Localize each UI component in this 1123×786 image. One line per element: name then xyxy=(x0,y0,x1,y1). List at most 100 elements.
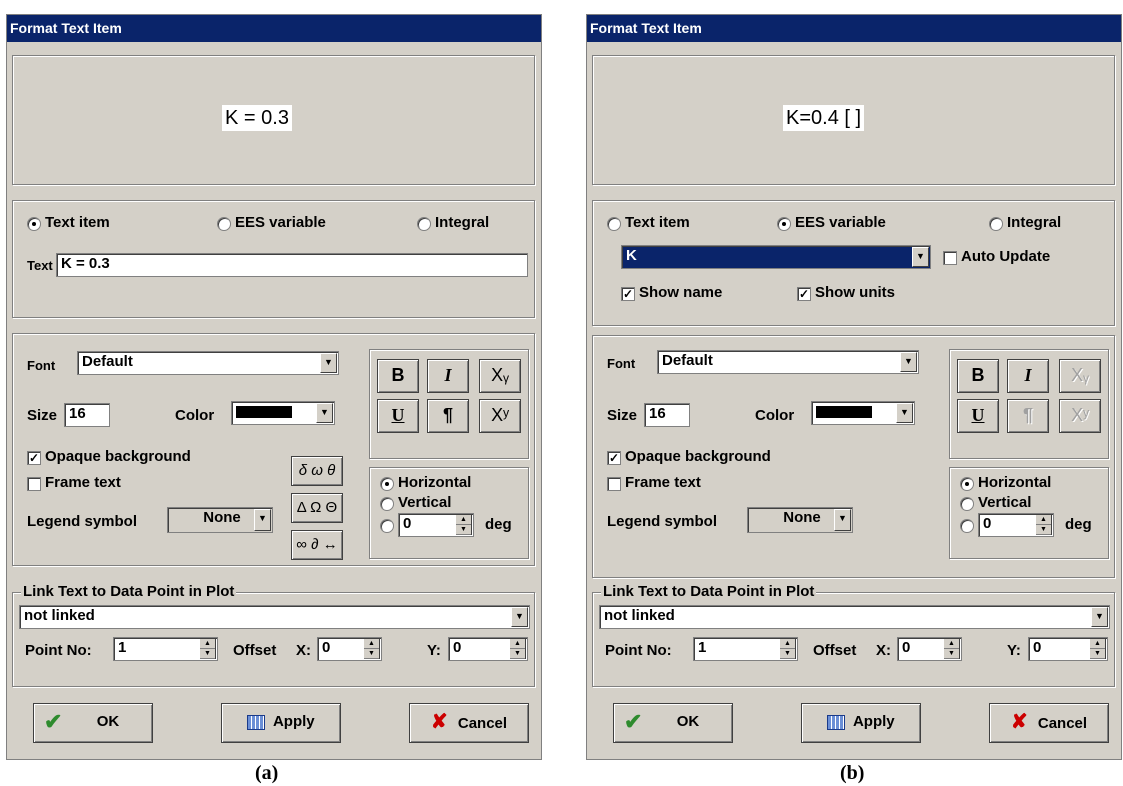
chevron-down-icon[interactable]: ▼ xyxy=(912,247,929,267)
italic-button[interactable]: I xyxy=(1007,359,1049,393)
radio-text-item-label: Text item xyxy=(625,214,690,231)
point-no-input[interactable]: 1 ▲ ▼ xyxy=(113,637,218,661)
chevron-down-icon[interactable]: ▼ xyxy=(316,403,333,423)
apply-button[interactable]: Apply xyxy=(801,703,921,743)
radio-horizontal[interactable] xyxy=(960,477,974,491)
cancel-button[interactable]: ✘ Cancel xyxy=(989,703,1109,743)
greek-lower-button[interactable]: δ ω θ xyxy=(291,456,343,486)
ok-button[interactable]: ✔ OK xyxy=(613,703,733,743)
format-text-dialog-a: Format Text Item K = 0.3 Text item EES v… xyxy=(6,14,542,760)
size-label: Size xyxy=(27,407,58,424)
point-no-value: 1 xyxy=(118,639,127,656)
spinner-arrows-icon[interactable]: ▲ ▼ xyxy=(363,639,380,659)
radio-integral-label: Integral xyxy=(435,214,490,231)
spinner-arrows-icon[interactable]: ▲ ▼ xyxy=(943,639,960,659)
color-swatch xyxy=(236,406,292,418)
link-select[interactable]: not linked ▼ xyxy=(599,605,1110,629)
radio-horizontal[interactable] xyxy=(380,477,394,491)
apply-button[interactable]: Apply xyxy=(221,703,341,743)
font-select-value: Default xyxy=(662,352,713,369)
bold-button[interactable]: B xyxy=(957,359,999,393)
frame-label: Frame text xyxy=(45,474,121,491)
offset-x-input[interactable]: 0 ▲ ▼ xyxy=(317,637,382,661)
horizontal-label: Horizontal xyxy=(978,474,1052,491)
spinner-arrows-icon[interactable]: ▲ ▼ xyxy=(509,639,526,659)
size-input[interactable]: 16 xyxy=(644,403,690,427)
point-no-value: 1 xyxy=(698,639,707,656)
chevron-down-icon[interactable]: ▼ xyxy=(900,352,917,372)
chevron-down-icon[interactable]: ▼ xyxy=(320,353,337,373)
font-select[interactable]: Default ▼ xyxy=(77,351,339,375)
radio-degrees[interactable] xyxy=(380,519,394,533)
radio-vertical[interactable] xyxy=(380,497,394,511)
bold-button[interactable]: B xyxy=(377,359,419,393)
frame-checkbox[interactable] xyxy=(27,477,41,491)
variable-select[interactable]: K ▼ xyxy=(621,245,931,269)
deg-label: deg xyxy=(1065,516,1092,533)
color-select[interactable]: ▼ xyxy=(231,401,335,425)
superscript-button[interactable]: Xʸ xyxy=(479,399,521,433)
spinner-arrows-icon[interactable]: ▲ ▼ xyxy=(455,515,472,535)
frame-checkbox[interactable] xyxy=(607,477,621,491)
show-units-checkbox[interactable]: ✓ xyxy=(797,287,811,301)
color-select[interactable]: ▼ xyxy=(811,401,915,425)
font-label: Font xyxy=(607,356,636,371)
math-symbols-button[interactable]: ∞ ∂ ↔ xyxy=(291,530,343,560)
spinner-arrows-icon[interactable]: ▲ ▼ xyxy=(779,639,796,659)
radio-text-item[interactable] xyxy=(607,217,621,231)
opaque-checkbox[interactable]: ✓ xyxy=(27,451,41,465)
spinner-arrows-icon[interactable]: ▲ ▼ xyxy=(199,639,216,659)
degrees-value: 0 xyxy=(983,515,992,532)
size-input[interactable]: 16 xyxy=(64,403,110,427)
legend-label: Legend symbol xyxy=(607,513,718,530)
opaque-checkbox[interactable]: ✓ xyxy=(607,451,621,465)
offset-y-input[interactable]: 0 ▲ ▼ xyxy=(448,637,528,661)
radio-integral[interactable] xyxy=(417,217,431,231)
spinner-arrows-icon[interactable]: ▲ ▼ xyxy=(1089,639,1106,659)
chevron-down-icon[interactable]: ▼ xyxy=(511,607,528,627)
apply-label: Apply xyxy=(272,713,315,730)
pilcrow-button[interactable]: ¶ xyxy=(427,399,469,433)
underline-button[interactable]: U xyxy=(377,399,419,433)
degrees-input[interactable]: 0 ▲ ▼ xyxy=(978,513,1054,537)
italic-button[interactable]: I xyxy=(427,359,469,393)
greek-upper-button[interactable]: Δ Ω Θ xyxy=(291,493,343,523)
caption-b: (b) xyxy=(840,762,865,784)
auto-update-checkbox[interactable] xyxy=(943,251,957,265)
legend-select[interactable]: None ▼ xyxy=(167,507,273,533)
offset-x-value: 0 xyxy=(322,639,331,656)
text-input[interactable]: K = 0.3 xyxy=(56,253,528,277)
radio-vertical[interactable] xyxy=(960,497,974,511)
offset-label: Offset xyxy=(813,642,857,659)
chevron-down-icon[interactable]: ▼ xyxy=(1091,607,1108,627)
show-name-checkbox[interactable]: ✓ xyxy=(621,287,635,301)
spinner-arrows-icon[interactable]: ▲ ▼ xyxy=(1035,515,1052,535)
cancel-button[interactable]: ✘ Cancel xyxy=(409,703,529,743)
checkmark-icon: ✔ xyxy=(624,709,643,734)
radio-text-item-label: Text item xyxy=(45,214,110,231)
offset-y-input[interactable]: 0 ▲ ▼ xyxy=(1028,637,1108,661)
chevron-down-icon[interactable]: ▼ xyxy=(834,509,851,531)
radio-ees-variable[interactable] xyxy=(217,217,231,231)
offset-y-value: 0 xyxy=(1033,639,1042,656)
underline-button[interactable]: U xyxy=(957,399,999,433)
subscript-button[interactable]: Xᵧ xyxy=(479,359,521,393)
radio-ees-variable[interactable] xyxy=(777,217,791,231)
offset-x-input[interactable]: 0 ▲ ▼ xyxy=(897,637,962,661)
subscript-button: Xᵧ xyxy=(1059,359,1101,393)
preview-panel: K = 0.3 xyxy=(12,55,535,185)
radio-integral[interactable] xyxy=(989,217,1003,231)
link-select[interactable]: not linked ▼ xyxy=(19,605,530,629)
radio-degrees[interactable] xyxy=(960,519,974,533)
chevron-down-icon[interactable]: ▼ xyxy=(254,509,271,531)
ok-button[interactable]: ✔ OK xyxy=(33,703,153,743)
font-select[interactable]: Default ▼ xyxy=(657,350,919,374)
degrees-input[interactable]: 0 ▲ ▼ xyxy=(398,513,474,537)
point-no-input[interactable]: 1 ▲ ▼ xyxy=(693,637,798,661)
radio-text-item[interactable] xyxy=(27,217,41,231)
color-swatch xyxy=(816,406,872,418)
chevron-down-icon[interactable]: ▼ xyxy=(896,403,913,423)
offset-x-label: X: xyxy=(296,642,311,659)
offset-x-value: 0 xyxy=(902,639,911,656)
legend-select[interactable]: None ▼ xyxy=(747,507,853,533)
